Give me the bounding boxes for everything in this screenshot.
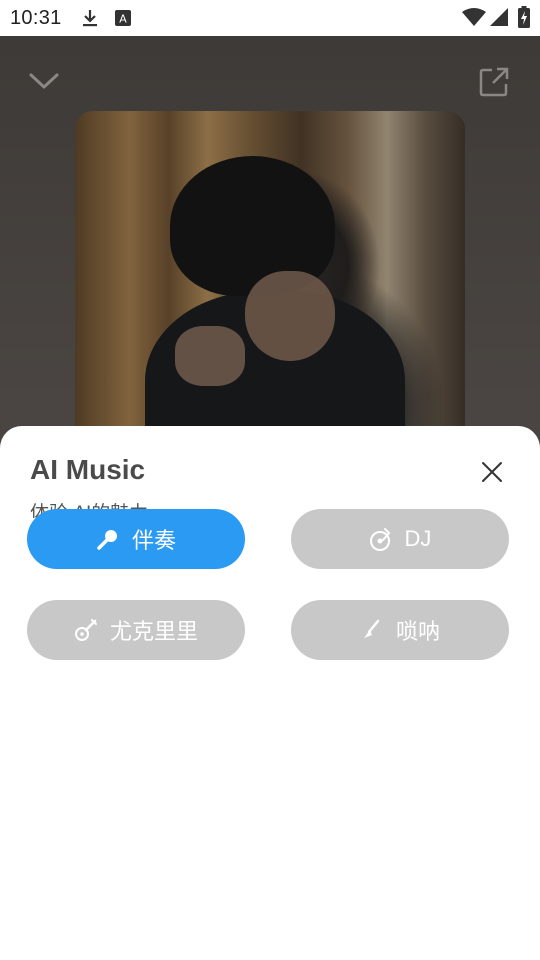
guitar-icon	[74, 619, 97, 641]
option-label: 唢呐	[395, 619, 440, 644]
option-suona-button[interactable]: 唢呐	[291, 600, 509, 660]
option-ukulele-button[interactable]: 尤克里里	[27, 600, 245, 660]
svg-text:A: A	[119, 13, 127, 26]
suona-icon	[363, 619, 380, 638]
option-dj-button[interactable]: DJ	[291, 509, 509, 569]
microphone-icon	[97, 530, 117, 550]
share-external-icon[interactable]	[478, 66, 510, 98]
album-cover	[75, 111, 465, 441]
status-bar: 10:31 A	[0, 0, 540, 36]
wifi-icon	[462, 8, 486, 26]
option-label: 伴奏	[131, 528, 176, 553]
turntable-icon	[369, 528, 390, 551]
close-icon[interactable]	[478, 458, 506, 486]
option-label: 尤克里里	[109, 619, 198, 644]
status-time: 10:31	[10, 7, 62, 29]
download-icon	[83, 10, 97, 27]
signal-icon	[490, 8, 508, 26]
chevron-down-icon[interactable]	[28, 70, 60, 92]
option-label: DJ	[404, 526, 432, 551]
ai-music-sheet: AI Music 体验 AI的魅力 伴奏 DJ 尤克里里	[0, 426, 540, 960]
sheet-title: AI Music	[30, 454, 146, 485]
a-notification-icon: A	[115, 10, 131, 26]
option-accompaniment-button[interactable]: 伴奏	[27, 509, 245, 569]
battery-icon	[518, 6, 530, 28]
